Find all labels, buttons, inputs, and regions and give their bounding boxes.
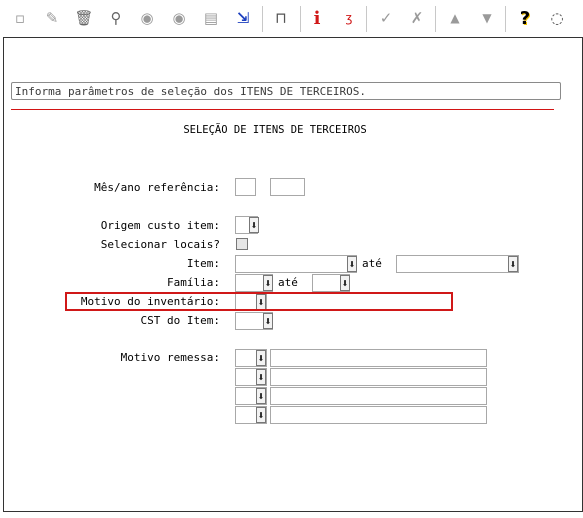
motivo-remessa-description bbox=[270, 406, 487, 424]
query-icon[interactable]: ʒ bbox=[339, 8, 359, 28]
toolbar-separator bbox=[505, 6, 506, 32]
chat-icon[interactable]: ◌ bbox=[547, 8, 567, 28]
origem-dropdown-icon[interactable]: ⬇ bbox=[249, 217, 259, 233]
item-from-input[interactable] bbox=[235, 255, 357, 273]
section-title: SELEÇÃO DE ITENS DE TERCEIROS bbox=[183, 124, 367, 136]
delete-icon[interactable]: 🗑 bbox=[74, 8, 94, 28]
item-from-dropdown-icon[interactable]: ⬇ bbox=[347, 256, 357, 272]
new-icon[interactable]: ▫ bbox=[10, 8, 30, 28]
origem-label: Origem custo item: bbox=[100, 219, 220, 232]
info-icon[interactable]: i bbox=[307, 8, 327, 29]
cancel-icon[interactable]: ✗ bbox=[407, 8, 427, 28]
ano-input[interactable] bbox=[270, 178, 305, 196]
divider-line bbox=[11, 109, 554, 110]
toolbar-separator bbox=[262, 6, 263, 32]
print-icon[interactable]: ▤ bbox=[201, 8, 221, 28]
toolbar: ▫ ✎ 🗑 ⚲ ◉ ◉ ▤ ⇲ ⊓ i ʒ ✓ ✗ ▲ ▼ ? ◌ bbox=[0, 0, 583, 36]
motivo-remessa-description bbox=[270, 387, 487, 405]
motivo-remessa-dropdown-icon[interactable]: ⬇ bbox=[256, 369, 266, 385]
confirm-icon[interactable]: ✓ bbox=[376, 8, 396, 28]
highlight-box bbox=[65, 292, 453, 311]
selecionar-checkbox[interactable] bbox=[236, 238, 248, 250]
mes-ano-label: Mês/ano referência: bbox=[94, 181, 220, 194]
item-ate-label: até bbox=[362, 257, 382, 270]
next-icon[interactable]: ◉ bbox=[169, 8, 189, 28]
down-icon[interactable]: ▼ bbox=[477, 8, 497, 28]
toolbar-separator bbox=[300, 6, 301, 32]
mes-input[interactable] bbox=[235, 178, 256, 196]
cst-label: CST do Item: bbox=[140, 314, 220, 327]
familia-to-dropdown-icon[interactable]: ⬇ bbox=[340, 275, 350, 291]
motivo-remessa-dropdown-icon[interactable]: ⬇ bbox=[256, 407, 266, 423]
motivo-remessa-label: Motivo remessa: bbox=[120, 351, 220, 364]
motivo-remessa-dropdown-icon[interactable]: ⬇ bbox=[256, 350, 266, 366]
item-to-dropdown-icon[interactable]: ⬇ bbox=[508, 256, 518, 272]
search-icon[interactable]: ⚲ bbox=[106, 8, 126, 28]
familia-from-dropdown-icon[interactable]: ⬇ bbox=[263, 275, 273, 291]
motivo-remessa-description bbox=[270, 368, 487, 386]
toolbar-separator bbox=[435, 6, 436, 32]
up-icon[interactable]: ▲ bbox=[445, 8, 465, 28]
item-to-input[interactable] bbox=[396, 255, 519, 273]
selecionar-label: Selecionar locais? bbox=[100, 238, 220, 251]
motivo-remessa-dropdown-icon[interactable]: ⬇ bbox=[256, 388, 266, 404]
edit-icon[interactable]: ✎ bbox=[42, 8, 62, 28]
info-field: Informa parâmetros de seleção dos ITENS … bbox=[11, 82, 561, 100]
cst-dropdown-icon[interactable]: ⬇ bbox=[263, 313, 273, 329]
goto-icon[interactable]: ⇲ bbox=[233, 8, 253, 28]
help-icon[interactable]: ? bbox=[515, 8, 535, 29]
item-label: Item: bbox=[186, 257, 220, 270]
toolbar-separator bbox=[366, 6, 367, 32]
familia-label: Família: bbox=[167, 276, 220, 289]
motivo-remessa-description bbox=[270, 349, 487, 367]
filter-icon[interactable]: ⊓ bbox=[271, 8, 291, 28]
familia-ate-label: até bbox=[278, 276, 298, 289]
previous-icon[interactable]: ◉ bbox=[137, 8, 157, 28]
